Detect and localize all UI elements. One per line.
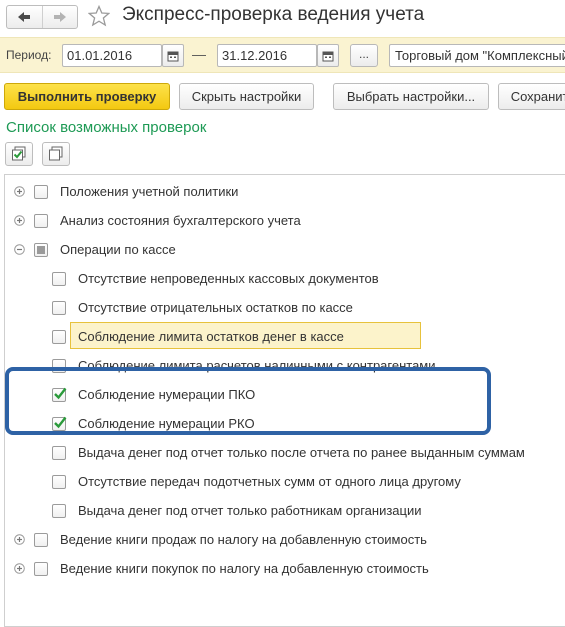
save-settings-button[interactable]: Сохранить: [498, 83, 565, 110]
back-button[interactable]: [7, 6, 42, 28]
period-bar: Период: 01.01.2016 — 31.12.2016 ... Торг…: [0, 37, 565, 73]
tree-row-label: Положения учетной политики: [60, 184, 239, 199]
date-to-calendar-button[interactable]: [317, 44, 339, 67]
expand-icon[interactable]: [14, 215, 25, 226]
tree-row[interactable]: Ведение книги покупок по налогу на добав…: [14, 554, 429, 583]
star-icon[interactable]: [88, 5, 110, 27]
tree-row[interactable]: Положения учетной политики: [14, 177, 238, 206]
checkbox[interactable]: [34, 184, 48, 199]
calendar-icon: [167, 51, 179, 61]
checks-section-title: Список возможных проверок: [6, 119, 207, 136]
tree-row[interactable]: Отсутствие отрицательных остатков по кас…: [52, 293, 353, 322]
expand-icon[interactable]: [14, 534, 25, 545]
tree-row-label: Выдача денег под отчет только работникам…: [78, 503, 422, 518]
run-check-button[interactable]: Выполнить проверку: [4, 83, 170, 110]
page-title: Экспресс-проверка ведения учета: [122, 4, 425, 25]
checkbox[interactable]: [52, 503, 66, 518]
period-label: Период:: [6, 48, 52, 62]
forward-button[interactable]: [41, 6, 78, 28]
tree-row[interactable]: Анализ состояния бухгалтерского учета: [14, 206, 301, 235]
date-to-field[interactable]: 31.12.2016: [217, 44, 317, 67]
tree-row-label: Ведение книги покупок по налогу на добав…: [60, 561, 429, 576]
title-bar: Экспресс-проверка ведения учета: [0, 0, 565, 34]
choose-period-button[interactable]: ...: [350, 44, 378, 67]
check-all-icon: [12, 146, 26, 161]
choose-settings-button[interactable]: Выбрать настройки...: [333, 83, 489, 110]
tree-row-label: Ведение книги продаж по налогу на добавл…: [60, 532, 427, 547]
expand-icon[interactable]: [14, 563, 25, 574]
tree-row-label: Отсутствие отрицательных остатков по кас…: [78, 300, 353, 315]
tree-row-label: Операции по кассе: [60, 242, 176, 257]
tree-row[interactable]: Отсутствие непроведенных кассовых докуме…: [52, 264, 379, 293]
tree-row-label: Отсутствие непроведенных кассовых докуме…: [78, 271, 379, 286]
tree-row-label: Отсутствие передач подотчетных сумм от о…: [78, 474, 461, 489]
hide-settings-button[interactable]: Скрыть настройки: [179, 83, 314, 110]
organization-field[interactable]: Торговый дом "Комплексный": [389, 44, 565, 67]
tree-row-label: Анализ состояния бухгалтерского учета: [60, 213, 301, 228]
tree-row[interactable]: Ведение книги продаж по налогу на добавл…: [14, 525, 427, 554]
checkbox[interactable]: [52, 474, 66, 489]
checkbox[interactable]: [52, 300, 66, 315]
expand-icon[interactable]: [14, 186, 25, 197]
navigation-buttons: [6, 5, 78, 29]
check-all-button[interactable]: [5, 142, 33, 166]
collapse-icon[interactable]: [14, 244, 25, 255]
tree-row[interactable]: Выдача денег под отчет только после отче…: [52, 438, 525, 467]
checkbox[interactable]: [34, 532, 48, 547]
calendar-icon: [322, 51, 334, 61]
checkbox[interactable]: [52, 329, 66, 344]
tree-row-label: Выдача денег под отчет только после отче…: [78, 445, 525, 460]
uncheck-all-icon: [49, 146, 63, 161]
tree-row-label: Соблюдение лимита остатков денег в кассе: [78, 329, 344, 344]
checkbox[interactable]: [52, 271, 66, 286]
period-separator: —: [192, 46, 206, 62]
tree-row[interactable]: Операции по кассе: [14, 235, 176, 264]
callout-frame: [5, 367, 491, 435]
checkbox[interactable]: [34, 213, 48, 228]
checkbox[interactable]: [52, 445, 66, 460]
tree-row[interactable]: Соблюдение лимита остатков денег в кассе: [52, 322, 344, 351]
tree-row[interactable]: Отсутствие передач подотчетных сумм от о…: [52, 467, 461, 496]
checkbox[interactable]: [34, 561, 48, 576]
date-from-field[interactable]: 01.01.2016: [62, 44, 162, 67]
arrow-left-icon: [18, 12, 31, 22]
date-from-calendar-button[interactable]: [162, 44, 184, 67]
tree-row[interactable]: Выдача денег под отчет только работникам…: [52, 496, 421, 525]
uncheck-all-button[interactable]: [42, 142, 70, 166]
arrow-right-icon: [53, 12, 66, 22]
checkbox[interactable]: [34, 242, 48, 257]
